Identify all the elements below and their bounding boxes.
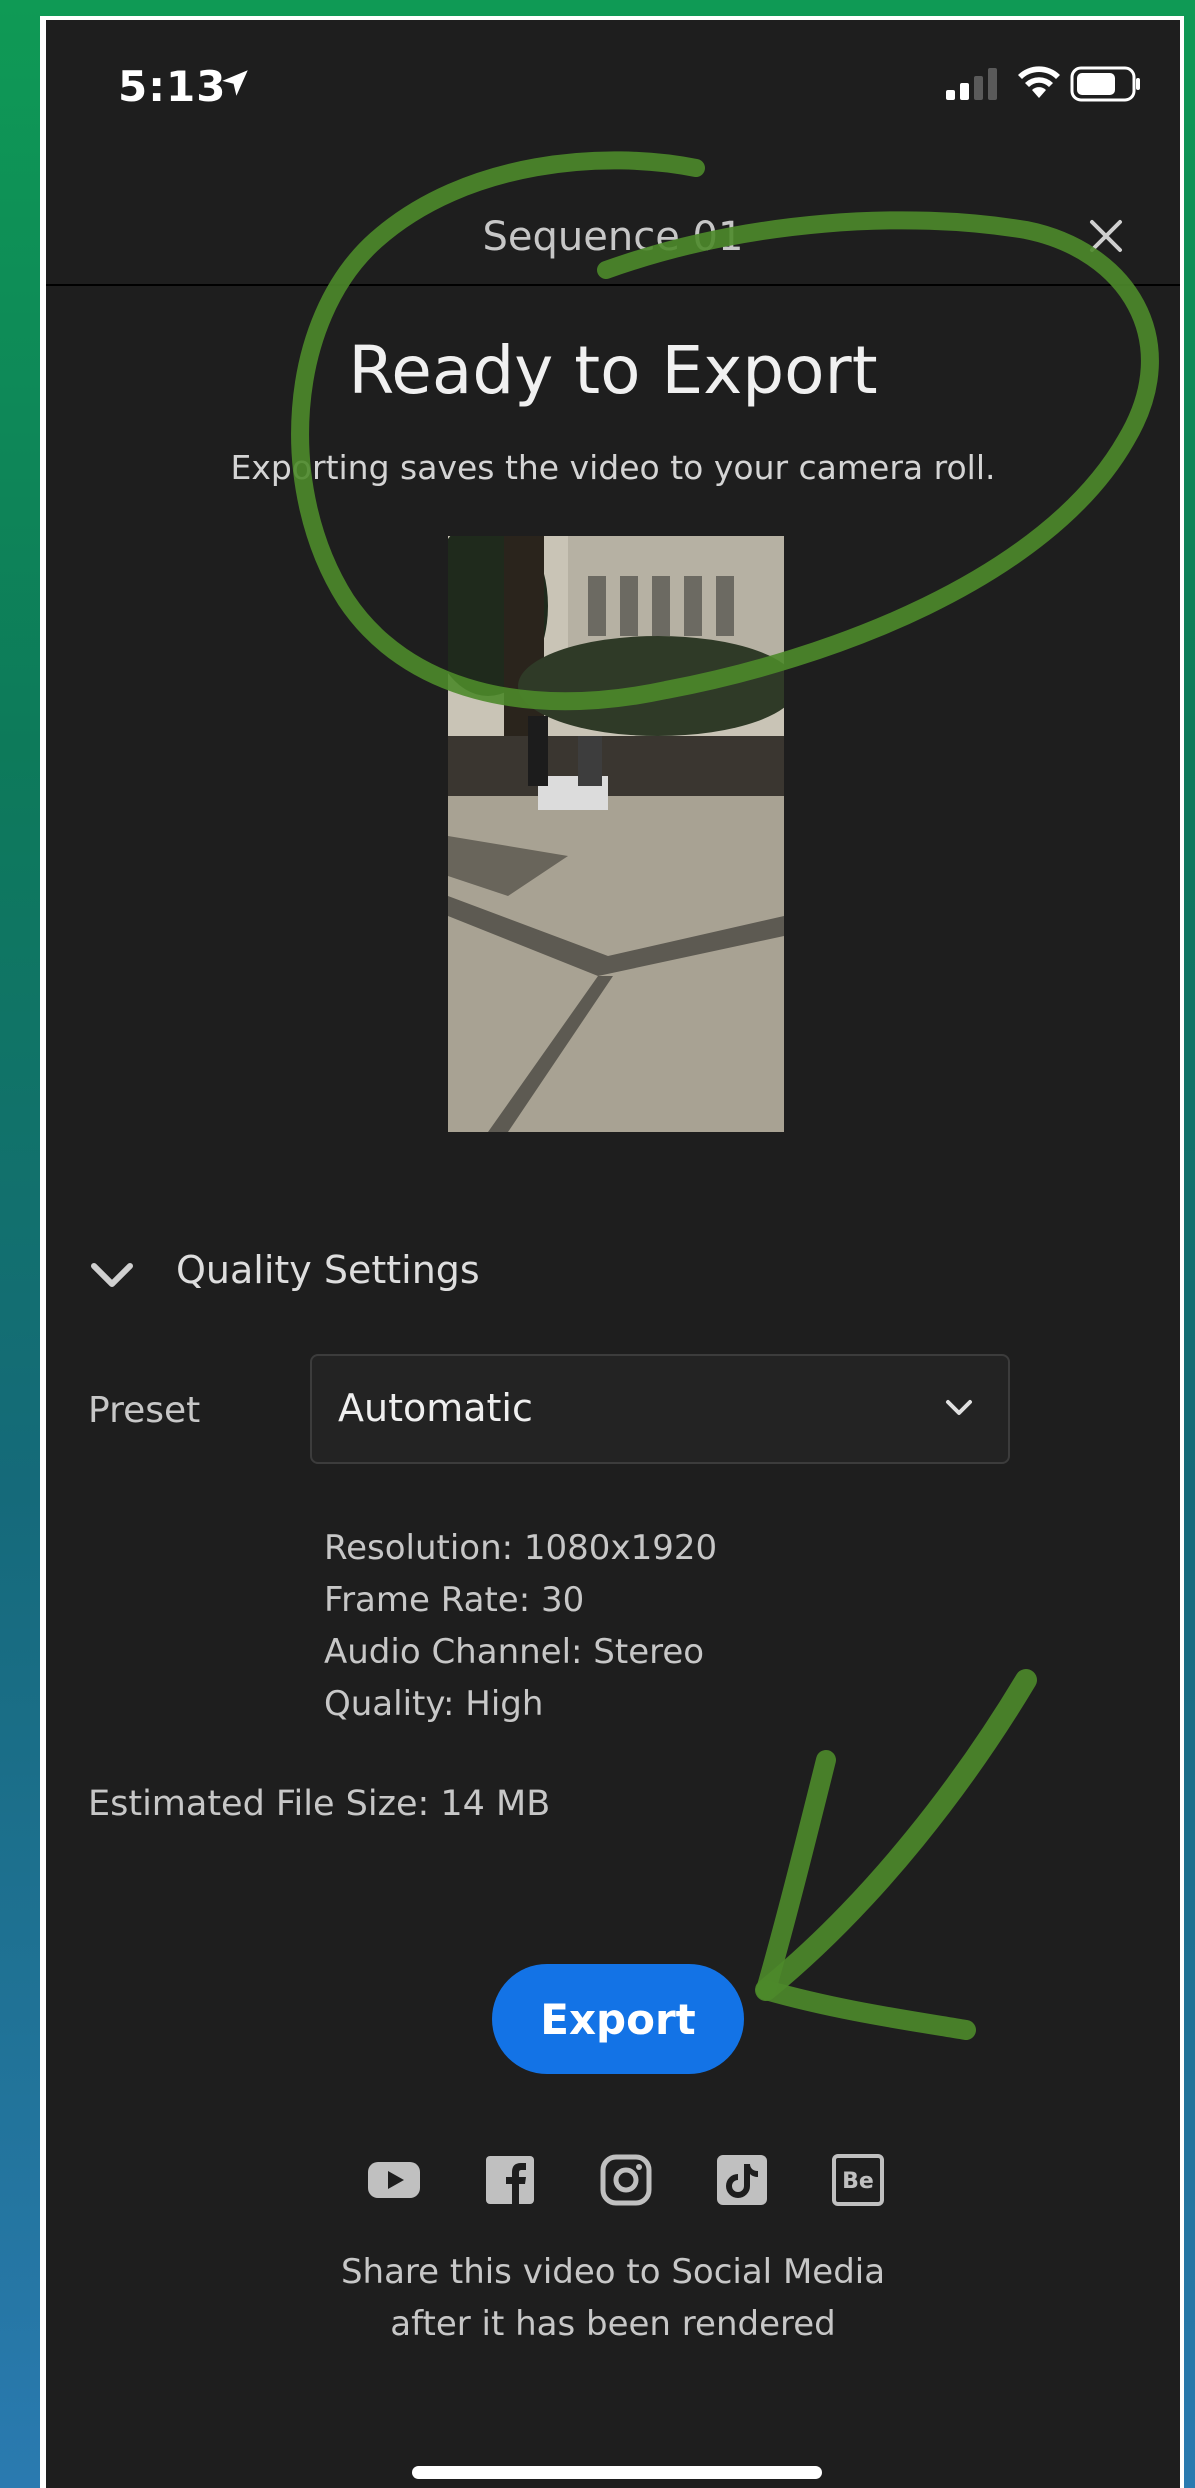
preset-select[interactable]: Automatic bbox=[310, 1354, 1010, 1464]
phone-screen: 5:13 Sequence 01 Ready to Export Exporti… bbox=[46, 20, 1180, 2488]
behance-icon-text: Be bbox=[842, 2169, 874, 2194]
status-time: 5:13 bbox=[118, 62, 227, 111]
facebook-icon[interactable] bbox=[482, 2152, 538, 2208]
spec-quality: Quality: High bbox=[324, 1684, 544, 1724]
tiktok-icon[interactable] bbox=[714, 2152, 770, 2208]
home-indicator[interactable] bbox=[412, 2466, 822, 2479]
youtube-icon[interactable] bbox=[366, 2152, 422, 2208]
behance-icon[interactable]: Be bbox=[830, 2152, 886, 2208]
export-button[interactable]: Export bbox=[492, 1964, 744, 2074]
social-icons-row: Be bbox=[366, 2152, 926, 2212]
share-social-text: Share this video to Social Media after i… bbox=[46, 2246, 1180, 2350]
status-bar: 5:13 bbox=[46, 20, 1180, 170]
quality-settings-toggle[interactable]: Quality Settings bbox=[176, 1248, 480, 1292]
page-subtitle: Exporting saves the video to your camera… bbox=[230, 448, 996, 487]
close-icon[interactable] bbox=[1086, 216, 1126, 256]
page-title: Ready to Export bbox=[348, 332, 878, 409]
spec-frame-rate: Frame Rate: 30 bbox=[324, 1580, 585, 1620]
dropdown-chevron-icon bbox=[946, 1400, 972, 1415]
chevron-down-icon[interactable] bbox=[88, 1260, 136, 1290]
instagram-icon[interactable] bbox=[598, 2152, 654, 2208]
estimated-file-size: Estimated File Size: 14 MB bbox=[88, 1784, 551, 1824]
sequence-title: Sequence 01 bbox=[482, 214, 744, 260]
location-arrow-icon bbox=[222, 70, 248, 96]
share-line-2: after it has been rendered bbox=[390, 2304, 836, 2344]
preset-selected-value: Automatic bbox=[338, 1386, 533, 1430]
battery-icon bbox=[1070, 66, 1140, 102]
share-line-1: Share this video to Social Media bbox=[340, 2252, 886, 2292]
cellular-signal-icon bbox=[946, 68, 997, 100]
wifi-icon bbox=[1018, 66, 1060, 98]
header-bar: Sequence 01 bbox=[46, 170, 1180, 286]
spec-resolution: Resolution: 1080x1920 bbox=[324, 1528, 718, 1568]
export-specs: Resolution: 1080x1920 Frame Rate: 30 Aud… bbox=[324, 1522, 717, 1730]
preset-label: Preset bbox=[88, 1390, 201, 1431]
spec-audio-channel: Audio Channel: Stereo bbox=[324, 1632, 705, 1672]
video-preview-thumbnail bbox=[448, 536, 784, 1132]
